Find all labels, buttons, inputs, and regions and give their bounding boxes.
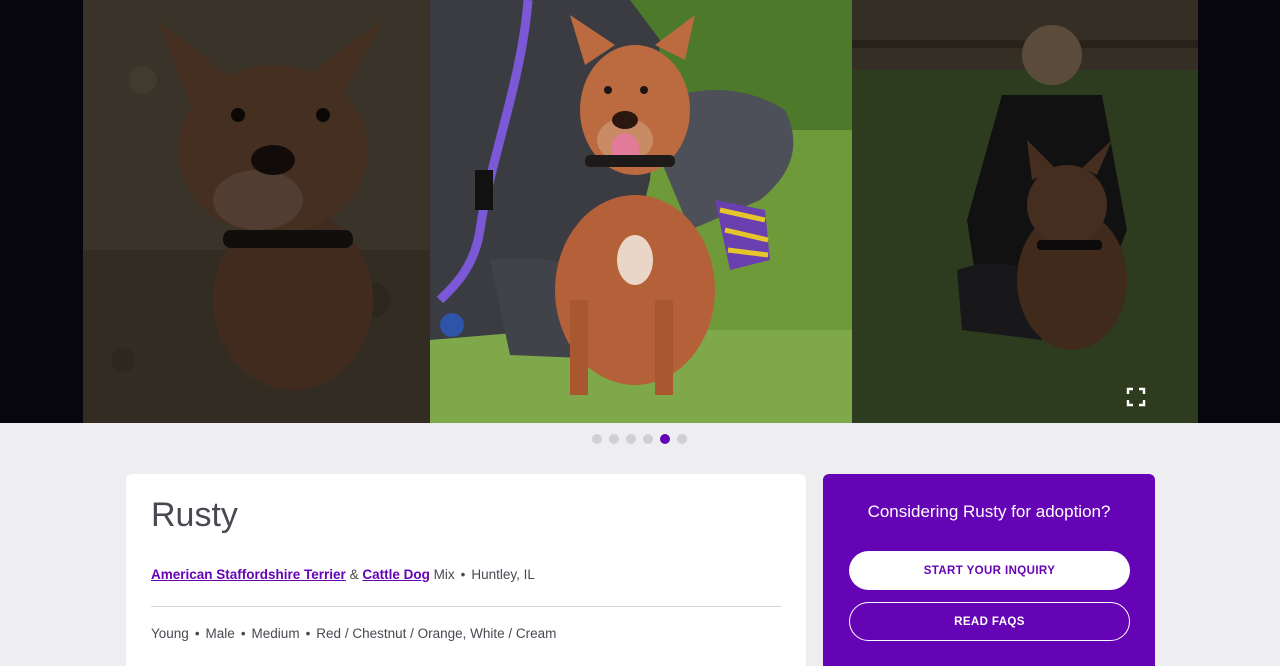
pet-name: Rusty bbox=[151, 496, 238, 534]
carousel-dot[interactable] bbox=[643, 434, 653, 444]
separator-dot: • bbox=[194, 626, 200, 641]
dog-photo-right[interactable] bbox=[852, 0, 1198, 423]
pet-breed-location: American Staffordshire Terrier & Cattle … bbox=[151, 567, 535, 582]
adoption-title: Considering Rusty for adoption? bbox=[867, 502, 1111, 521]
start-inquiry-button[interactable]: START YOUR INQUIRY bbox=[849, 551, 1130, 590]
dog-photo-left[interactable] bbox=[83, 0, 430, 423]
photo-dim-overlay bbox=[852, 0, 1198, 423]
read-faqs-button[interactable]: READ FAQS bbox=[849, 602, 1130, 641]
breed-connector: & bbox=[349, 567, 359, 582]
carousel-dot[interactable] bbox=[592, 434, 602, 444]
dog-photo-center[interactable] bbox=[430, 0, 852, 423]
pet-colors: Red / Chestnut / Orange, White / Cream bbox=[316, 626, 557, 641]
pet-size: Medium bbox=[251, 626, 300, 641]
carousel-dot[interactable] bbox=[609, 434, 619, 444]
pet-attributes: Young • Male • Medium • Red / Chestnut / Orang… bbox=[151, 626, 556, 641]
info-divider bbox=[151, 606, 781, 607]
photo-dim-overlay bbox=[83, 0, 430, 423]
pet-location: Huntley, IL bbox=[471, 567, 535, 582]
adoption-card: Considering Rusty for adoption? START YO… bbox=[823, 474, 1155, 666]
carousel-dot[interactable] bbox=[677, 434, 687, 444]
separator-dot: • bbox=[305, 626, 311, 641]
carousel-dot-active[interactable] bbox=[660, 434, 670, 444]
breed-link-primary[interactable]: American Staffordshire Terrier bbox=[151, 567, 346, 582]
expand-icon[interactable] bbox=[1123, 384, 1149, 410]
breed-suffix: Mix bbox=[433, 567, 455, 582]
pet-sex: Male bbox=[205, 626, 235, 641]
separator-dot: • bbox=[240, 626, 246, 641]
pet-info-card: Rusty American Staffordshire Terrier & C… bbox=[126, 474, 806, 666]
breed-link-secondary[interactable]: Cattle Dog bbox=[362, 567, 430, 582]
photo-carousel[interactable] bbox=[0, 0, 1280, 423]
separator-dot: • bbox=[460, 567, 466, 582]
pet-age: Young bbox=[151, 626, 189, 641]
carousel-pagination[interactable] bbox=[592, 434, 687, 444]
carousel-dot[interactable] bbox=[626, 434, 636, 444]
